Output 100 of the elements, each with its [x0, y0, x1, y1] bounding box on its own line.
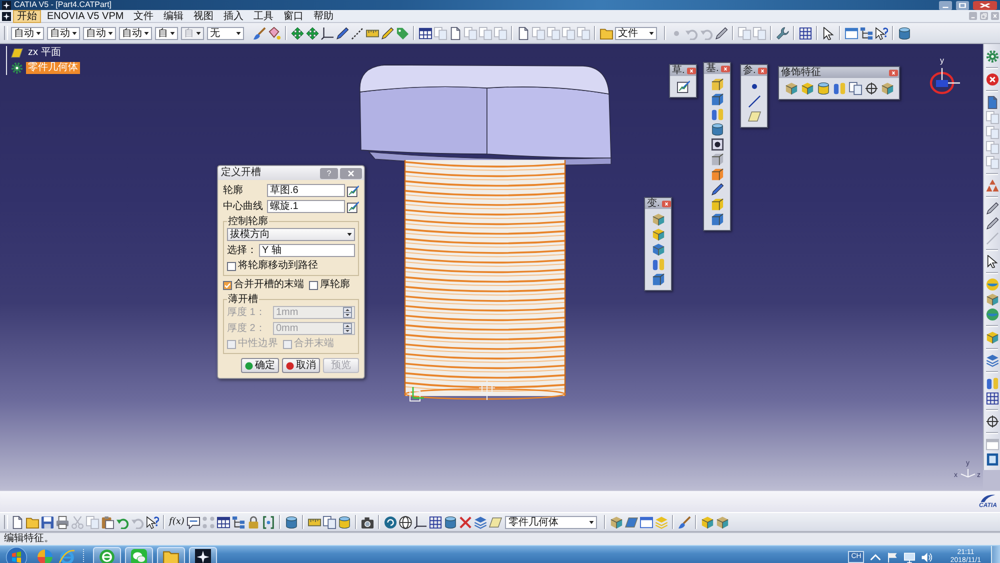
bars-icon[interactable]: [652, 258, 664, 271]
node-tree-icon[interactable]: [860, 26, 873, 40]
starburst-icon[interactable]: [2, 12, 11, 20]
style-dropdown[interactable]: 自动: [83, 26, 116, 40]
close-icon[interactable]: [758, 66, 767, 74]
style-dropdown[interactable]: 自: [155, 26, 178, 40]
spinner-icon[interactable]: [343, 307, 352, 318]
page-icon[interactable]: [517, 26, 530, 40]
paintbrush-icon[interactable]: [678, 516, 692, 528]
close-icon[interactable]: [973, 0, 997, 10]
diamond-icon[interactable]: [268, 26, 281, 40]
sheets-icon[interactable]: [849, 82, 862, 95]
close-icon[interactable]: [889, 68, 898, 76]
crosshair-icon[interactable]: [865, 82, 878, 95]
pen-icon[interactable]: [381, 26, 394, 40]
cube-icon[interactable]: [701, 516, 714, 528]
menu-item[interactable]: 视图: [190, 10, 218, 22]
camera-icon[interactable]: [361, 516, 374, 528]
speech-bubble-icon[interactable]: [187, 516, 200, 528]
page-icon[interactable]: [986, 96, 998, 109]
pen-icon[interactable]: [986, 217, 998, 230]
square-dot-icon[interactable]: [710, 138, 724, 151]
mode-dropdown[interactable]: 拔模方向: [227, 228, 355, 241]
sphere-icon[interactable]: [986, 308, 998, 321]
monitor-icon[interactable]: [904, 552, 916, 562]
pinwheel-icon[interactable]: [37, 549, 53, 563]
cylinder-icon[interactable]: [817, 82, 830, 95]
cube-icon[interactable]: [716, 516, 730, 528]
line-icon[interactable]: [748, 95, 760, 108]
menu-item[interactable]: 帮助: [310, 10, 338, 22]
node-tree-icon[interactable]: [232, 516, 246, 528]
cube-icon[interactable]: [652, 243, 664, 256]
pen-icon[interactable]: [710, 183, 724, 196]
cube-icon[interactable]: [610, 516, 624, 528]
gear-icon[interactable]: [11, 62, 23, 74]
folder-icon[interactable]: [26, 516, 39, 528]
menu-item[interactable]: 窗口: [280, 10, 308, 22]
block-icon[interactable]: [710, 213, 724, 226]
block-icon[interactable]: [710, 153, 724, 166]
printer-icon[interactable]: [56, 516, 69, 528]
bracket-icon[interactable]: [262, 516, 276, 528]
sketch-icon[interactable]: [347, 184, 359, 196]
bars-icon[interactable]: [833, 82, 846, 95]
sketch-icon[interactable]: [347, 200, 359, 212]
ok-button[interactable]: 确定: [241, 358, 279, 373]
window-icon[interactable]: [845, 26, 858, 40]
close-icon[interactable]: [662, 200, 671, 208]
menu-item[interactable]: 工具: [250, 10, 278, 22]
text-field[interactable]: 螺旋.1: [267, 200, 345, 213]
cube-icon[interactable]: [801, 82, 814, 95]
block-icon[interactable]: [710, 78, 724, 91]
dashed-line-icon[interactable]: [351, 26, 364, 40]
sheets-icon[interactable]: [323, 516, 336, 528]
folder-icon[interactable]: [600, 26, 613, 40]
cylinder-icon[interactable]: [338, 516, 352, 528]
cube-icon[interactable]: [986, 293, 998, 306]
grid-icon[interactable]: [799, 26, 812, 40]
taskbar-button[interactable]: [189, 547, 217, 563]
axes-icon[interactable]: [321, 26, 334, 40]
style-dropdown[interactable]: 自动: [11, 26, 44, 40]
cursor-icon[interactable]: [822, 26, 835, 40]
cube-icon[interactable]: [881, 82, 894, 95]
formula-button[interactable]: f(x): [169, 516, 184, 528]
block-icon[interactable]: [710, 168, 724, 181]
wrench-icon[interactable]: [776, 26, 789, 40]
four-way-arrow-icon[interactable]: [306, 26, 319, 40]
menu-item[interactable]: 插入: [220, 10, 248, 22]
bars-icon[interactable]: [710, 108, 724, 121]
menu-item[interactable]: 文件: [130, 10, 158, 22]
cube-icon[interactable]: [652, 228, 664, 241]
plane-icon[interactable]: [489, 516, 502, 528]
stop-icon[interactable]: [986, 73, 998, 86]
checkbox[interactable]: [223, 280, 232, 290]
block-icon[interactable]: [710, 93, 724, 106]
triangles-icon[interactable]: [986, 179, 998, 192]
maximize-icon[interactable]: [956, 0, 969, 10]
cube-icon[interactable]: [785, 82, 798, 95]
point-icon[interactable]: [752, 84, 756, 89]
page-icon[interactable]: [11, 516, 24, 528]
selection-field[interactable]: Y 轴: [259, 244, 355, 257]
plane-icon[interactable]: [11, 47, 23, 59]
bars-icon[interactable]: [986, 377, 998, 390]
menu-item[interactable]: 开始: [13, 10, 41, 22]
checkbox[interactable]: [227, 262, 236, 270]
crosshair-icon[interactable]: [986, 415, 998, 428]
curved-arrow-icon[interactable]: [116, 516, 129, 528]
help-cursor-icon[interactable]: [146, 516, 159, 528]
layers-icon[interactable]: [986, 354, 998, 367]
style-dropdown[interactable]: 自动: [119, 26, 152, 40]
file-dropdown[interactable]: 文件: [615, 26, 657, 40]
cancel-button[interactable]: 取消: [282, 358, 320, 373]
globe-icon[interactable]: [399, 516, 412, 528]
style-dropdown[interactable]: 自动: [47, 26, 80, 40]
text-field[interactable]: 草图.6: [267, 184, 345, 197]
page-icon[interactable]: [449, 26, 462, 40]
paintbrush-icon[interactable]: [253, 26, 266, 40]
checkbox[interactable]: [309, 280, 318, 290]
pen-icon[interactable]: [336, 26, 349, 40]
sphere-icon[interactable]: [986, 278, 998, 291]
pen-icon[interactable]: [986, 202, 998, 215]
